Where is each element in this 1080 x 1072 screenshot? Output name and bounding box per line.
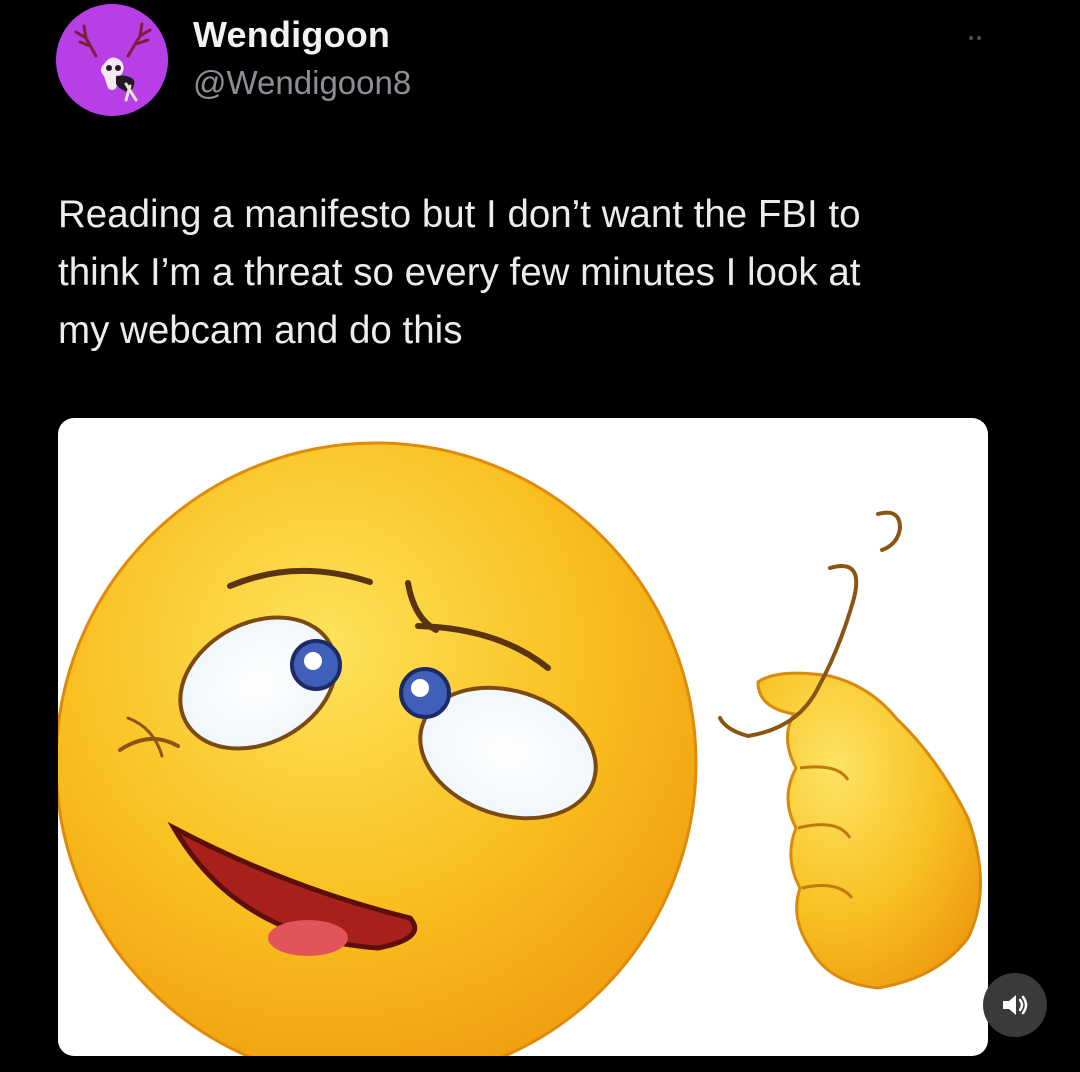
author-avatar[interactable] [56, 4, 168, 116]
deer-skull-avatar-icon [56, 4, 168, 116]
tweet-text: Reading a manifesto but I don’t want the… [58, 193, 861, 352]
tweet-post: Wendigoon @Wendigoon8 Reading a manifest… [0, 0, 1080, 1072]
author-handle[interactable]: @Wendigoon8 [193, 64, 411, 102]
ellipsis-icon[interactable] [960, 28, 990, 48]
volume-button[interactable] [983, 973, 1047, 1037]
tweet-media-image[interactable] [58, 418, 988, 1056]
speaker-volume-icon [1003, 995, 1028, 1015]
twirling-finger-crazy-emoji [58, 441, 982, 1056]
author-display-name[interactable]: Wendigoon [193, 14, 390, 56]
